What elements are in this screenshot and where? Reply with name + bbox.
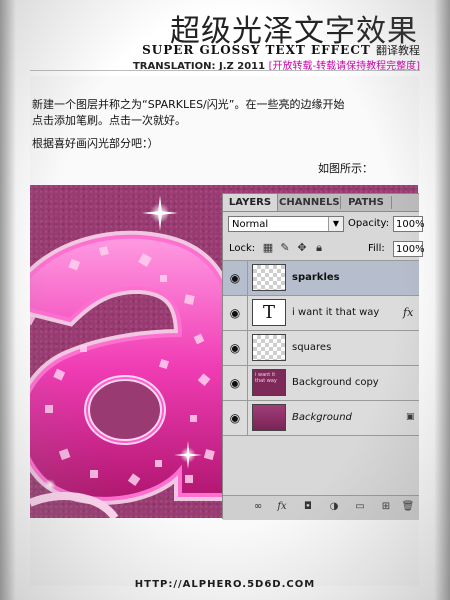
layer-name: Background copy: [292, 377, 379, 388]
layer-thumbnail: [252, 264, 286, 291]
eye-icon[interactable]: ◉: [223, 401, 248, 435]
instruction-paragraph: 新建一个图层并称之为“SPARKLES/闪光”。在一些亮的边缘开始 点击添加笔刷…: [32, 97, 344, 129]
layer-name: Background: [292, 412, 352, 423]
instruction-line-3: 根据喜好画闪光部分吧：）: [32, 137, 159, 150]
title-english: SUPER GLOSSY TEXT EFFECT 翻译教程: [142, 42, 420, 58]
move-icon[interactable]: ✥: [295, 241, 309, 255]
fill-input[interactable]: 100%: [393, 241, 425, 257]
folder-icon[interactable]: ▭: [353, 500, 367, 514]
layer-row[interactable]: ◉ sparkles: [223, 261, 419, 296]
layer-row[interactable]: ◉ squares: [223, 331, 419, 366]
eye-icon[interactable]: ◉: [223, 261, 248, 295]
blend-mode-value: Normal: [232, 219, 269, 230]
title-english-suffix: 翻译教程: [376, 44, 420, 57]
eye-icon[interactable]: ◉: [223, 366, 248, 400]
layer-thumbnail: [252, 404, 286, 431]
tab-channels[interactable]: CHANNELS: [279, 194, 340, 211]
eye-icon[interactable]: ◉: [223, 331, 248, 365]
layer-thumbnail: [252, 334, 286, 361]
right-shadow: [434, 0, 450, 600]
lock-label: Lock:: [229, 243, 256, 254]
adjustment-icon[interactable]: ◑: [327, 500, 341, 514]
figure-caption: 如图所示：: [318, 162, 373, 175]
layer-row[interactable]: ◉ Background ▣: [223, 401, 419, 436]
tab-separator: [391, 196, 392, 209]
layer-row[interactable]: ◉ i want it that way Background copy: [223, 366, 419, 401]
text-layer-icon: T: [252, 299, 286, 326]
tab-layers[interactable]: LAYERS: [223, 194, 278, 211]
new-layer-icon[interactable]: ⊞: [379, 500, 393, 514]
layer-name: sparkles: [292, 272, 340, 283]
layers-panel: LAYERS CHANNELS PATHS Normal ▼ Opacity: …: [222, 193, 425, 520]
fill-label: Fill:: [368, 243, 385, 254]
instruction-line-1: 新建一个图层并称之为“SPARKLES/闪光”。在一些亮的边缘开始: [32, 98, 345, 111]
lock-icon: ▣: [406, 412, 415, 422]
left-shadow: [0, 0, 16, 600]
footer-url[interactable]: HTTP://ALPHERO.5D6D.COM: [0, 579, 450, 590]
opacity-label: Opacity:: [348, 218, 390, 229]
layer-name: squares: [292, 342, 332, 353]
layer-row[interactable]: ◉ T i want it that way fx: [223, 296, 419, 331]
tab-paths[interactable]: PATHS: [342, 194, 390, 211]
mask-icon[interactable]: ◘: [301, 500, 315, 514]
lock-row: Lock: ▦ ✎ ✥ 🔒︎ Fill: 100%: [223, 238, 425, 261]
panel-bottom-bar: ∞ fx ◘ ◑ ▭ ⊞ 🗑︎: [223, 495, 419, 520]
blend-mode-select[interactable]: Normal ▼: [228, 216, 344, 232]
brush-icon[interactable]: ✎: [278, 241, 292, 255]
lock-icon[interactable]: 🔒︎: [312, 241, 326, 255]
tab-separator: [340, 196, 341, 209]
chevron-down-icon: ▼: [328, 217, 343, 231]
layer-name: i want it that way: [292, 307, 380, 318]
fx-icon[interactable]: fx: [403, 306, 413, 319]
lock-transparency-icon[interactable]: ▦: [261, 241, 275, 255]
link-icon[interactable]: ∞: [251, 500, 265, 514]
panel-tabs: LAYERS CHANNELS PATHS: [223, 194, 419, 212]
fx-icon[interactable]: fx: [275, 500, 289, 514]
opacity-input[interactable]: 100%: [393, 216, 425, 232]
blend-row: Normal ▼ Opacity: 100%: [223, 213, 425, 235]
trash-icon[interactable]: 🗑︎: [401, 500, 415, 514]
instruction-line-2: 点击添加笔刷。点击一次就好。: [32, 114, 186, 127]
divider: [30, 70, 420, 71]
page: 超级光泽文字效果 SUPER GLOSSY TEXT EFFECT 翻译教程 T…: [0, 0, 450, 600]
title-english-text: SUPER GLOSSY TEXT EFFECT: [142, 43, 371, 57]
eye-icon[interactable]: ◉: [223, 296, 248, 330]
layer-thumbnail: i want it that way: [252, 369, 286, 396]
